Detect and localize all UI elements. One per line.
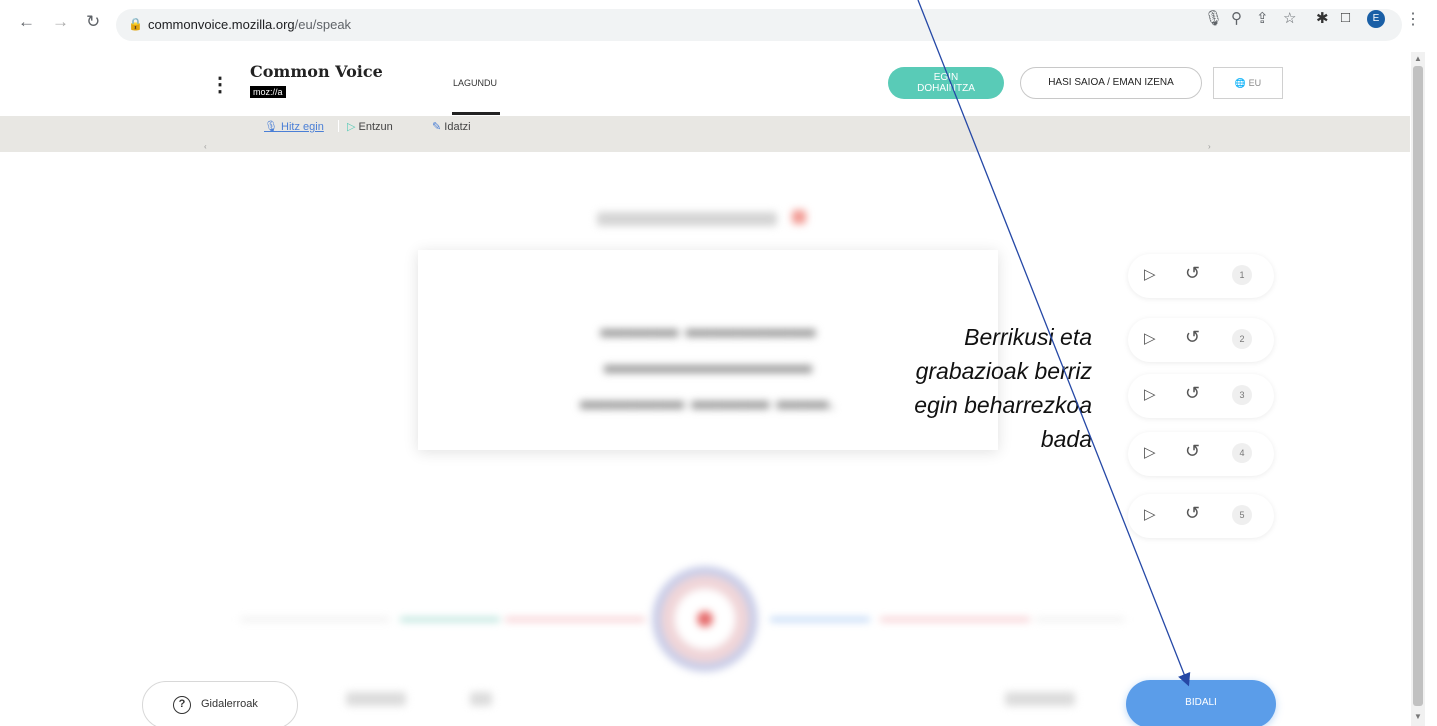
browser-toolbar: ← → ↻ 🔒 commonvoice.mozilla.org/eu/speak… xyxy=(0,0,1437,50)
play-icon[interactable]: ▷ xyxy=(1144,385,1156,403)
rerecord-icon[interactable]: ↺ xyxy=(1185,327,1200,348)
contribute-tabs: 🎙 Hitz egin ▷ Entzun ✎ Idatzi ‹ › xyxy=(0,116,1410,152)
back-icon[interactable]: ← xyxy=(18,12,35,32)
scroll-down-icon[interactable]: ▼ xyxy=(1414,712,1422,721)
page-scrollbar[interactable]: ▲ ▼ xyxy=(1411,52,1425,726)
nav-active-underline xyxy=(452,112,500,115)
url-text: commonvoice.mozilla.org/eu/speak xyxy=(148,17,352,32)
waveform-right xyxy=(1035,618,1125,621)
login-signup-button[interactable]: HASI SAIOA / EMAN IZENA xyxy=(1020,67,1202,99)
sentence-text: ▬▬▬ ▬▬▬▬▬ ▬▬▬▬▬▬▬▬ ▬▬▬▬ ▬▬▬ ▬▬. xyxy=(580,313,836,415)
scroll-right-icon[interactable]: › xyxy=(1208,142,1211,151)
site-header: ⋮ Common Voice moz://a LAGUNDU EGIN DOHA… xyxy=(0,52,1410,116)
page: ← → ↻ 🔒 commonvoice.mozilla.org/eu/speak… xyxy=(0,0,1437,726)
guidelines-button[interactable]: ? Gidalerroak xyxy=(142,681,298,726)
recording-row: ▷ ↺ 3 xyxy=(1128,374,1274,418)
tab-divider xyxy=(338,120,339,132)
tab-write[interactable]: ✎ Idatzi xyxy=(432,120,471,133)
scroll-left-icon[interactable]: ‹ xyxy=(204,142,207,151)
mozilla-logo: moz://a xyxy=(250,86,286,98)
forward-icon[interactable]: → xyxy=(52,12,69,32)
donate-label-line2: DOHAINTZA xyxy=(917,83,975,94)
play-icon[interactable]: ▷ xyxy=(1144,265,1156,283)
question-icon: ? xyxy=(173,696,191,714)
play-icon[interactable]: ▷ xyxy=(1144,505,1156,523)
rerecord-icon[interactable]: ↺ xyxy=(1185,503,1200,524)
waveform-left xyxy=(400,618,500,621)
report-button[interactable] xyxy=(1005,692,1075,706)
recording-number: 2 xyxy=(1232,329,1252,349)
recording-number: 4 xyxy=(1232,443,1252,463)
donate-label-line1: EGIN xyxy=(933,72,959,83)
recording-row: ▷ ↺ 1 xyxy=(1128,254,1274,298)
language-code: EU xyxy=(1248,78,1262,88)
reload-icon[interactable]: ↻ xyxy=(86,12,100,32)
logo-title[interactable]: Common Voice xyxy=(250,62,383,81)
shortcuts-icon[interactable] xyxy=(470,692,492,706)
waveform-left xyxy=(240,618,390,621)
annotation-text: Berrikusi eta grabazioak berriz egin beh… xyxy=(914,324,1092,452)
language-selector[interactable]: 🌐 EU xyxy=(1213,67,1283,99)
scroll-up-icon[interactable]: ▲ xyxy=(1414,54,1422,63)
report-flag-icon[interactable] xyxy=(792,210,806,224)
recording-row: ▷ ↺ 4 xyxy=(1128,432,1274,476)
rerecord-icon[interactable]: ↺ xyxy=(1185,263,1200,284)
donate-button[interactable]: EGIN DOHAINTZA xyxy=(888,67,1004,99)
waveform-right xyxy=(880,618,1030,621)
tab-speak[interactable]: 🎙 Hitz egin xyxy=(264,120,324,133)
browser-menu-icon[interactable]: ⋮ xyxy=(1405,9,1421,29)
window-icon[interactable]: □ xyxy=(1341,9,1350,26)
rerecord-icon[interactable]: ↺ xyxy=(1185,441,1200,462)
recording-number: 5 xyxy=(1232,505,1252,525)
extensions-icon[interactable]: ✱ xyxy=(1316,9,1329,27)
bookmark-star-icon[interactable]: ☆ xyxy=(1283,9,1296,27)
nav-help-link[interactable]: LAGUNDU xyxy=(453,78,497,88)
zoom-icon[interactable]: ⚲ xyxy=(1231,9,1242,27)
tab-listen[interactable]: ▷ Entzun xyxy=(347,120,393,133)
lock-icon: 🔒 xyxy=(128,17,143,31)
card-label xyxy=(597,212,777,226)
site-menu-icon[interactable]: ⋮ xyxy=(210,72,230,97)
globe-icon: 🌐 xyxy=(1234,78,1247,88)
record-button[interactable] xyxy=(652,566,758,672)
share-icon[interactable]: ⇪ xyxy=(1256,9,1269,27)
microphone-icon[interactable]: 🎙 xyxy=(1204,9,1223,27)
guidelines-label: Gidalerroak xyxy=(201,698,258,710)
waveform-left xyxy=(505,618,645,621)
recording-number: 3 xyxy=(1232,385,1252,405)
play-icon[interactable]: ▷ xyxy=(1144,329,1156,347)
recording-row: ▷ ↺ 5 xyxy=(1128,494,1274,538)
recording-number: 1 xyxy=(1232,265,1252,285)
scroll-thumb[interactable] xyxy=(1413,66,1423,706)
pencil-icon: ✎ xyxy=(432,121,442,133)
microphone-icon: 🎙 xyxy=(264,121,278,133)
play-icon: ▷ xyxy=(347,121,356,133)
profile-avatar[interactable]: E xyxy=(1367,10,1385,28)
waveform-right xyxy=(770,618,870,621)
play-icon[interactable]: ▷ xyxy=(1144,443,1156,461)
recording-row: ▷ ↺ 2 xyxy=(1128,318,1274,362)
rerecord-icon[interactable]: ↺ xyxy=(1185,383,1200,404)
submit-button[interactable]: BIDALI xyxy=(1126,680,1276,726)
skip-button[interactable] xyxy=(346,692,406,706)
